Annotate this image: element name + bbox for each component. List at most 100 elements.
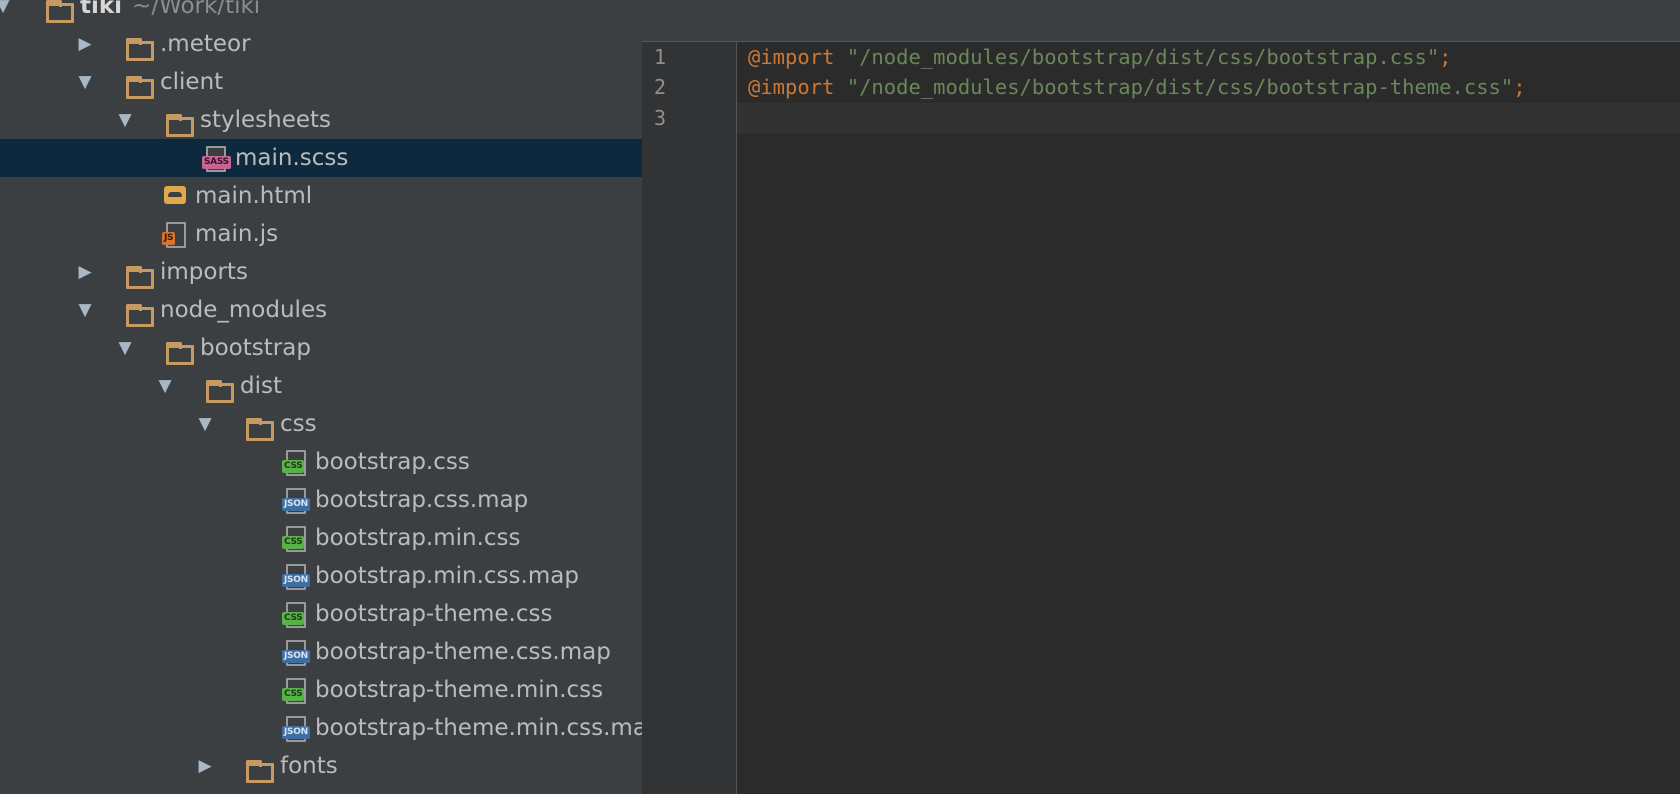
- json-file-icon: JSON: [281, 557, 311, 595]
- tree-item-label: .meteor: [160, 31, 251, 57]
- tree-item-label: bootstrap-theme.css: [315, 601, 553, 627]
- collapse-arrow-icon[interactable]: ▼: [154, 367, 176, 405]
- collapse-arrow-icon[interactable]: ▼: [114, 329, 136, 367]
- tree-file-row[interactable]: main.html: [0, 177, 642, 215]
- project-path: ~/Work/tiki: [132, 0, 261, 19]
- json-file-icon: JSON: [281, 633, 311, 671]
- ide-window: ▼ tiki ~/Work/tiki ▶ .meteor ▼ client ▼ styleshe…: [0, 0, 1680, 794]
- keyword-token: @import: [748, 45, 835, 69]
- current-line-highlight: [737, 103, 1680, 133]
- file-type-badge: JSON: [282, 726, 310, 739]
- code-editor[interactable]: 1 2 3 @import "/node_modules/bootstrap/d…: [642, 0, 1680, 794]
- collapse-arrow-icon[interactable]: ▼: [0, 0, 14, 25]
- tree-item-label: bootstrap.min.css.map: [315, 563, 579, 589]
- tree-folder-row[interactable]: ▼ css: [0, 405, 642, 443]
- tree-item-label: css: [280, 411, 317, 437]
- tree-file-row[interactable]: JSON bootstrap-theme.css.map: [0, 633, 642, 671]
- tree-file-row[interactable]: CSS bootstrap-theme.css: [0, 595, 642, 633]
- css-file-icon: CSS: [281, 519, 311, 557]
- tree-item-label: main.html: [195, 183, 313, 209]
- line-number: 1: [654, 45, 667, 69]
- semicolon-token: ;: [1513, 75, 1526, 99]
- css-file-icon: CSS: [281, 595, 311, 633]
- collapse-arrow-icon[interactable]: ▼: [194, 405, 216, 443]
- line-number-gutter: 1 2 3: [642, 42, 737, 794]
- tree-item-label: fonts: [280, 753, 338, 779]
- folder-icon: [124, 291, 154, 329]
- tree-folder-row[interactable]: ▼ dist: [0, 367, 642, 405]
- tree-item-label: main.scss: [235, 145, 349, 171]
- html-file-icon: [161, 177, 191, 215]
- file-type-badge: JSON: [282, 574, 310, 587]
- json-file-icon: JSON: [281, 709, 311, 747]
- folder-icon: [204, 367, 234, 405]
- collapse-arrow-icon[interactable]: ▼: [74, 291, 96, 329]
- tree-folder-row[interactable]: ▶ imports: [0, 253, 642, 291]
- editor-tab-bar: [642, 0, 1680, 42]
- css-file-icon: CSS: [281, 443, 311, 481]
- tree-folder-row[interactable]: ▼ stylesheets: [0, 101, 642, 139]
- folder-icon: [124, 25, 154, 63]
- tree-folder-row[interactable]: ▼ node_modules: [0, 291, 642, 329]
- string-token: "/node_modules/bootstrap/dist/css/bootst…: [846, 75, 1514, 99]
- tree-file-row[interactable]: CSS bootstrap.min.css: [0, 519, 642, 557]
- code-line-1[interactable]: @import "/node_modules/bootstrap/dist/cs…: [748, 42, 1452, 72]
- tree-file-row[interactable]: JSON bootstrap-theme.min.css.map: [0, 709, 642, 747]
- tree-folder-row[interactable]: ▼ client: [0, 63, 642, 101]
- tree-item-label: tiki ~/Work/tiki: [80, 0, 260, 25]
- tree-file-row[interactable]: CSS bootstrap-theme.min.css: [0, 671, 642, 709]
- expand-arrow-icon[interactable]: ▶: [194, 747, 216, 785]
- js-file-icon: JS: [161, 215, 191, 253]
- file-type-badge: JSON: [282, 498, 310, 511]
- project-tree-panel: ▼ tiki ~/Work/tiki ▶ .meteor ▼ client ▼ styleshe…: [0, 0, 642, 794]
- tree-item-label: bootstrap-theme.css.map: [315, 639, 611, 665]
- folder-icon: [164, 329, 194, 367]
- tree-item-label: imports: [160, 259, 248, 285]
- tree-file-row[interactable]: JSON bootstrap.css.map: [0, 481, 642, 519]
- line-number: 3: [654, 106, 667, 130]
- tree-item-label: bootstrap-theme.min.css.map: [315, 715, 642, 741]
- file-type-badge: JSON: [282, 650, 310, 663]
- line-number: 2: [654, 75, 667, 99]
- tree-file-row[interactable]: SASS main.scss: [0, 139, 642, 177]
- code-line-2[interactable]: @import "/node_modules/bootstrap/dist/cs…: [748, 72, 1526, 102]
- tree-item-label: client: [160, 69, 224, 95]
- folder-icon: [164, 101, 194, 139]
- tree-file-row[interactable]: JS main.js: [0, 215, 642, 253]
- expand-arrow-icon[interactable]: ▶: [74, 253, 96, 291]
- tree-folder-row[interactable]: ▶ .meteor: [0, 25, 642, 63]
- tree-item-label: bootstrap: [200, 335, 311, 361]
- css-file-icon: CSS: [281, 671, 311, 709]
- folder-icon: [244, 405, 274, 443]
- folder-icon: [124, 253, 154, 291]
- folder-icon: [124, 63, 154, 101]
- expand-arrow-icon[interactable]: ▶: [74, 25, 96, 63]
- tree-item-label: bootstrap-theme.min.css: [315, 677, 604, 703]
- file-type-badge: CSS: [282, 612, 305, 625]
- string-token: "/node_modules/bootstrap/dist/css/bootst…: [846, 45, 1440, 69]
- tree-folder-row[interactable]: ▼ tiki ~/Work/tiki: [0, 0, 642, 25]
- file-type-badge: JS: [162, 232, 176, 245]
- collapse-arrow-icon[interactable]: ▼: [74, 63, 96, 101]
- folder-icon: [44, 0, 74, 25]
- tree-item-label: bootstrap.css: [315, 449, 470, 475]
- folder-icon: [244, 747, 274, 785]
- tree-folder-row[interactable]: ▶ fonts: [0, 747, 642, 785]
- project-name: tiki: [80, 0, 123, 19]
- tree-item-label: bootstrap.min.css: [315, 525, 521, 551]
- tree-file-row[interactable]: JSON bootstrap.min.css.map: [0, 557, 642, 595]
- tree-file-row[interactable]: CSS bootstrap.css: [0, 443, 642, 481]
- file-type-badge: CSS: [282, 460, 305, 473]
- tree-item-label: node_modules: [160, 297, 328, 323]
- collapse-arrow-icon[interactable]: ▼: [114, 101, 136, 139]
- file-type-badge: SASS: [202, 156, 231, 169]
- tree-folder-row[interactable]: ▼ bootstrap: [0, 329, 642, 367]
- semicolon-token: ;: [1439, 45, 1452, 69]
- tree-item-label: stylesheets: [200, 107, 332, 133]
- file-type-badge: CSS: [282, 536, 305, 549]
- file-type-badge: CSS: [282, 688, 305, 701]
- keyword-token: @import: [748, 75, 835, 99]
- json-file-icon: JSON: [281, 481, 311, 519]
- tree-item-label: dist: [240, 373, 282, 399]
- project-tree: ▼ tiki ~/Work/tiki ▶ .meteor ▼ client ▼ styleshe…: [0, 0, 642, 785]
